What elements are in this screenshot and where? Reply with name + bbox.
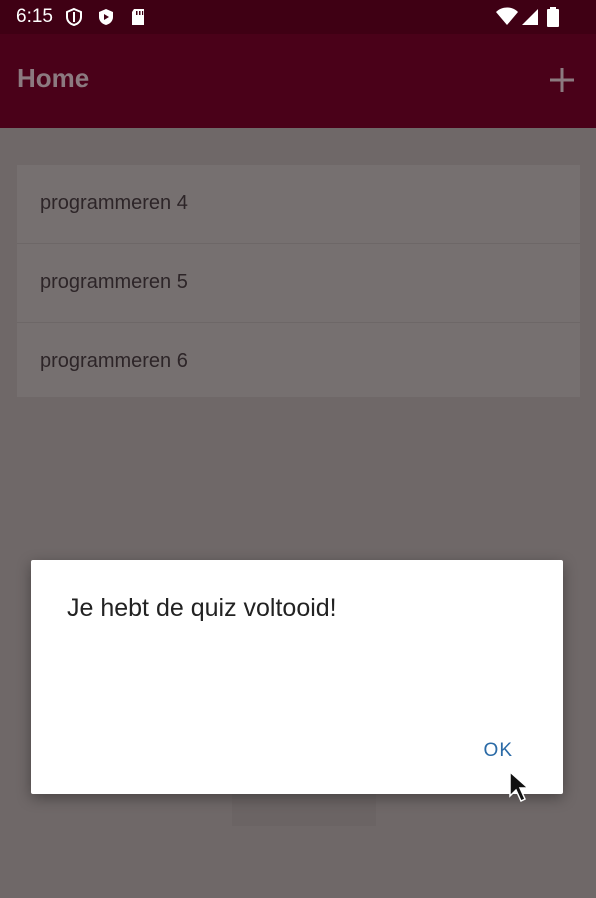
mouse-cursor-icon <box>508 770 530 804</box>
list-item-label: programmeren 6 <box>40 350 188 372</box>
wifi-icon <box>495 7 519 27</box>
app-bar: Home <box>0 34 596 128</box>
battery-icon <box>546 7 560 27</box>
signal-icon <box>520 7 540 27</box>
completion-dialog: Je hebt de quiz voltooid! OK <box>31 560 563 794</box>
list-item-label: programmeren 5 <box>40 271 188 293</box>
list-item[interactable]: programmeren 5 <box>17 244 580 323</box>
ok-button[interactable]: OK <box>484 740 513 762</box>
plus-icon <box>550 68 574 92</box>
list-item-label: programmeren 4 <box>40 192 188 214</box>
shield-outline-icon <box>64 7 84 27</box>
background-card <box>232 790 376 826</box>
course-list: programmeren 4 programmeren 5 programmer… <box>17 165 580 397</box>
status-bar: 6:15 <box>0 0 596 34</box>
sd-card-icon <box>128 7 148 27</box>
page-title: Home <box>17 63 90 93</box>
status-time: 6:15 <box>16 6 53 27</box>
add-button[interactable] <box>544 62 580 98</box>
dialog-message: Je hebt de quiz voltooid! <box>67 594 337 622</box>
list-item[interactable]: programmeren 6 <box>17 323 580 397</box>
play-shield-icon <box>96 7 116 27</box>
list-item[interactable]: programmeren 4 <box>17 165 580 244</box>
